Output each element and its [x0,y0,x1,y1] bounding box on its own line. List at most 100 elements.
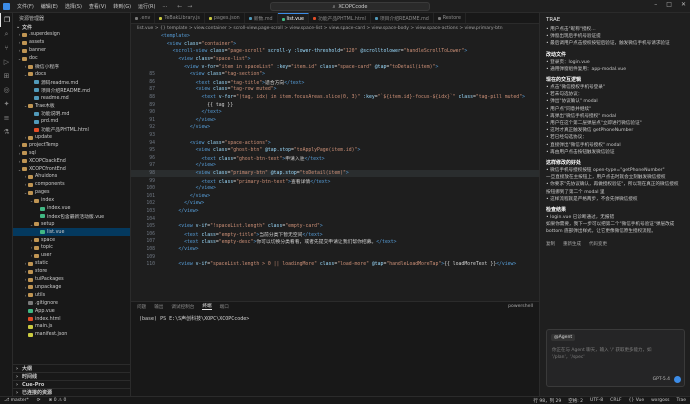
chat-input-box[interactable]: @Agent 你正在与 Agent 聊天，输入 '/' 获取更多能力，如 '/p… [546,329,685,387]
tree-file[interactable]: index包含最新活动版.vue [13,212,130,220]
tree-file[interactable]: 功能说明.md [13,110,130,118]
chat-icon[interactable]: ✦ [0,97,13,111]
cue-pro-section[interactable]: › Cue-Pro [13,380,130,388]
source-control-icon[interactable]: ⑂ [0,41,13,55]
tree-file[interactable]: App.vue [13,307,130,315]
editor-tab[interactable]: .env [131,13,156,23]
search-icon[interactable]: ⌕ [0,27,13,41]
tree-folder[interactable]: › store [13,268,130,276]
tree-folder[interactable]: › tuiPackages [13,276,130,284]
database-icon[interactable]: ≡ [0,111,13,125]
tree-folder[interactable]: ⌄ setup [13,220,130,228]
code-line[interactable]: <template> [131,33,539,41]
close-icon[interactable]: ✕ [681,1,686,8]
tab-problems[interactable]: 问题 [137,304,146,310]
code-line[interactable]: 101 </view> [131,192,539,200]
tree-file[interactable]: 项目介绍README.md [13,86,130,94]
agent-tag[interactable]: @Agent [551,334,576,341]
editor-tab[interactable]: 项目介绍README.md [371,13,434,23]
tree-file[interactable]: manifest.json [13,331,130,339]
menu-run[interactable]: 运行(R) [138,3,155,10]
maximize-icon[interactable]: □ [666,1,672,8]
connected-resources-section[interactable]: › 已连接的资源 [13,388,130,396]
tree-folder[interactable]: › Ahuidons [13,173,130,181]
chat-input-placeholder[interactable]: 你正在与 Agent 聊天，输入 '/' 获取更多能力，如 '/plan'，'/… [547,345,684,364]
send-icon[interactable] [674,376,681,383]
explorer-icon[interactable]: ❐ [0,13,13,27]
tree-folder[interactable]: › XCOPCbackEnd [13,157,130,165]
timeline-section[interactable]: › 时间线 [13,372,130,380]
code-line[interactable]: 85 <view class="tag-section"> [131,71,539,79]
problems-count[interactable]: ⊗ 0 ⚠ 0 [49,398,67,403]
tree-file[interactable]: 源码readme.md [13,78,130,86]
tree-folder[interactable]: › update [13,134,130,142]
editor-tab[interactable]: Restore [434,13,466,23]
back-arrow-icon[interactable]: ← [177,3,182,10]
tree-folder[interactable]: › assets [13,39,130,47]
tree-file[interactable]: index.vue [13,205,130,213]
tree-file[interactable]: 功能产品PHTML.html [13,126,130,134]
menu-view[interactable]: 查看(V) [89,3,106,10]
code-line[interactable]: 103 </view> [131,208,539,216]
code-line[interactable]: 109 [131,253,539,261]
code-line[interactable]: 97 </view> [131,162,539,170]
code-line[interactable]: 99 <text class="primary-btn-text">查看详情</… [131,177,539,185]
command-center[interactable]: ⌕ XCOPCcode [270,2,430,11]
code-line[interactable]: <view class="space-list"> [131,56,539,64]
code-line[interactable]: <scroll-view class="page-scroll" scroll-… [131,48,539,56]
menu-selection[interactable]: 选择(S) [65,3,82,10]
extensions-icon[interactable]: ⊞ [0,69,13,83]
regenerate-button[interactable]: 重新生成 [563,241,581,247]
tree-folder[interactable]: › .superdesign [13,31,130,39]
tree-folder[interactable]: ⌄ index [13,197,130,205]
code-line[interactable]: 94 <view class="space-actions"> [131,139,539,147]
code-line[interactable]: 89 {{ tag }} [131,101,539,109]
tree-file[interactable]: .gitignore [13,299,130,307]
terminal-prompt[interactable]: (base) PS E:\S声创科技\XOPC\XCOPCcode> [131,311,539,326]
tree-folder[interactable]: › components [13,181,130,189]
language-mode[interactable]: {} Vue [629,398,645,404]
tab-debug-console[interactable]: 调试控制台 [171,304,194,310]
trae-status[interactable]: Trae [677,398,686,404]
code-line[interactable]: 102 </view> [131,200,539,208]
menu-more[interactable]: ... [162,3,167,10]
model-selector[interactable]: GPT-5.4 [653,377,670,382]
tab-ports[interactable]: 端口 [220,304,229,310]
indentation[interactable]: 空格: 2 [568,398,583,404]
tree-folder[interactable]: ⌄ Trae木板 [13,102,130,110]
tree-file[interactable]: index.html [13,315,130,323]
tree-folder[interactable]: › projectTemp [13,141,130,149]
tree-folder[interactable]: › user [13,252,130,260]
code-line[interactable]: 98 <view class="primary-btn" @tap.stop="… [131,169,539,178]
code-line[interactable]: 108 </view> [131,246,539,254]
tree-folder[interactable]: › banner [13,47,130,55]
tree-folder[interactable]: › utils [13,291,130,299]
breadcrumb[interactable]: list.vue > {} template > view.container … [131,24,539,32]
code-line[interactable]: 87 <view class="tag-row muted"> [131,86,539,94]
code-line[interactable]: 92 </view> [131,124,539,132]
code-line[interactable]: 93 [131,132,539,140]
code-line[interactable]: 107 <text class="empty-desc">你可以切换分类看看，或… [131,238,539,246]
code-line[interactable]: 110 <view v-if="spaceList.length > 0 || … [131,261,539,269]
run-debug-icon[interactable]: ▷ [0,55,13,69]
tree-file[interactable]: readme.md [13,94,130,102]
code-line[interactable]: 88 <text v-for="(tag, idx) in item.focus… [131,94,539,102]
code-line[interactable]: 106 <text class="empty-title">当前分类下暂无空间<… [131,230,539,238]
tree-folder[interactable]: ⌄ pages [13,189,130,197]
tree-folder[interactable]: › topic [13,244,130,252]
code-line[interactable]: 90 </text> [131,109,539,117]
remote-icon[interactable]: ◎ [0,83,13,97]
tab-output[interactable]: 输出 [154,304,163,310]
forward-arrow-icon[interactable]: → [187,3,192,10]
editor-tab[interactable]: TeBakLibrary.js [155,13,205,23]
tree-file[interactable]: prd.md [13,118,130,126]
code-line[interactable]: <view v-for="item in spaceList" :key="it… [131,63,539,71]
line-ending[interactable]: CRLF [610,398,621,404]
code-line[interactable]: 105 <view v-if="!spaceList.length" class… [131,223,539,231]
tree-file[interactable]: main.js [13,323,130,331]
code-line[interactable]: 91 </view> [131,117,539,125]
cursor-position[interactable]: 行 98，列 29 [533,398,561,404]
code-line[interactable]: <view class="container"> [131,41,539,49]
tree-folder[interactable]: › sql [13,149,130,157]
menu-edit[interactable]: 编辑(E) [41,3,58,10]
